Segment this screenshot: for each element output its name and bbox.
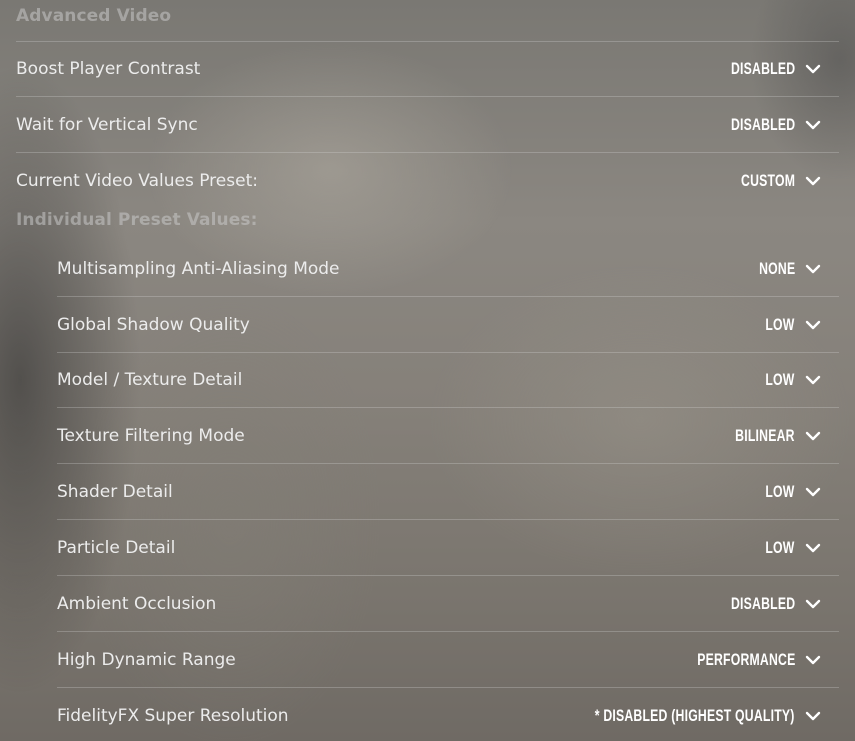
chevron-down-icon [805, 543, 821, 552]
chevron-down-icon [805, 320, 821, 329]
chevron-down-icon [805, 711, 821, 721]
chevron-down-icon [805, 64, 821, 74]
chevron-down-icon [805, 120, 821, 129]
setting-label: Ambient Occlusion [57, 593, 217, 614]
dropdown-texture-filtering-mode[interactable]: BILINEAR [712, 426, 821, 446]
dropdown-fidelityfx-super-resolution[interactable]: * DISABLED (HIGHEST QUALITY) [517, 706, 821, 726]
chevron-down-icon [805, 375, 821, 384]
chevron-down-icon [805, 599, 821, 608]
dropdown-wait-for-vertical-sync[interactable]: DISABLED [706, 115, 821, 135]
dropdown-value: CUSTOM [740, 171, 795, 190]
dropdown-value: PERFORMANCE [696, 649, 795, 669]
setting-row-global-shadow-quality[interactable]: Global Shadow Quality LOW [57, 297, 839, 353]
setting-label: Boost Player Contrast [16, 59, 201, 79]
dropdown-value: DISABLED [730, 593, 795, 613]
dropdown-video-preset[interactable]: CUSTOM [720, 171, 821, 191]
dropdown-value: BILINEAR [735, 425, 795, 445]
setting-row-particle-detail[interactable]: Particle Detail LOW [57, 520, 839, 576]
setting-row-fidelityfx-super-resolution[interactable]: FidelityFX Super Resolution * DISABLED (… [57, 688, 839, 741]
dropdown-value: * DISABLED (HIGHEST QUALITY) [595, 706, 795, 725]
setting-row-video-preset[interactable]: Current Video Values Preset: CUSTOM [16, 153, 839, 209]
dropdown-value: LOW [765, 537, 795, 557]
dropdown-shader-detail[interactable]: LOW [754, 482, 821, 502]
setting-label: FidelityFX Super Resolution [57, 706, 289, 726]
dropdown-value: DISABLED [730, 114, 795, 134]
setting-label: High Dynamic Range [57, 649, 236, 670]
setting-label: Global Shadow Quality [57, 314, 250, 335]
setting-row-msaa-mode[interactable]: Multisampling Anti-Aliasing Mode NONE [57, 241, 839, 297]
dropdown-value: LOW [765, 481, 795, 501]
dropdown-ambient-occlusion[interactable]: DISABLED [706, 594, 821, 614]
setting-row-wait-for-vertical-sync[interactable]: Wait for Vertical Sync DISABLED [16, 97, 839, 153]
dropdown-value: LOW [765, 314, 795, 334]
setting-label: Texture Filtering Mode [57, 425, 245, 446]
advanced-video-panel: Advanced Video Boost Player Contrast DIS… [0, 0, 855, 741]
chevron-down-icon [805, 176, 821, 186]
setting-row-high-dynamic-range[interactable]: High Dynamic Range PERFORMANCE [57, 632, 839, 688]
dropdown-particle-detail[interactable]: LOW [754, 538, 821, 558]
setting-label: Current Video Values Preset: [16, 171, 258, 191]
setting-row-boost-player-contrast[interactable]: Boost Player Contrast DISABLED [16, 41, 839, 97]
setting-row-texture-filtering-mode[interactable]: Texture Filtering Mode BILINEAR [57, 408, 839, 464]
chevron-down-icon [805, 655, 821, 664]
dropdown-high-dynamic-range[interactable]: PERFORMANCE [659, 650, 821, 670]
setting-row-shader-detail[interactable]: Shader Detail LOW [57, 464, 839, 520]
dropdown-value: LOW [765, 369, 795, 389]
dropdown-boost-player-contrast[interactable]: DISABLED [706, 59, 821, 79]
chevron-down-icon [805, 487, 821, 496]
chevron-down-icon [805, 431, 821, 440]
dropdown-global-shadow-quality[interactable]: LOW [754, 315, 821, 335]
dropdown-value: NONE [758, 258, 795, 278]
setting-label: Particle Detail [57, 537, 176, 558]
setting-label: Multisampling Anti-Aliasing Mode [57, 258, 340, 279]
dropdown-model-texture-detail[interactable]: LOW [754, 370, 821, 390]
preset-section-title: Individual Preset Values: [16, 210, 258, 230]
setting-row-ambient-occlusion[interactable]: Ambient Occlusion DISABLED [57, 576, 839, 632]
section-title: Advanced Video [16, 6, 172, 26]
chevron-down-icon [805, 264, 821, 273]
dropdown-msaa-mode[interactable]: NONE [745, 259, 821, 279]
setting-label: Wait for Vertical Sync [16, 114, 198, 135]
setting-label: Model / Texture Detail [57, 369, 243, 390]
dropdown-value: DISABLED [730, 59, 795, 78]
setting-label: Shader Detail [57, 481, 173, 502]
setting-row-model-texture-detail[interactable]: Model / Texture Detail LOW [57, 352, 839, 408]
